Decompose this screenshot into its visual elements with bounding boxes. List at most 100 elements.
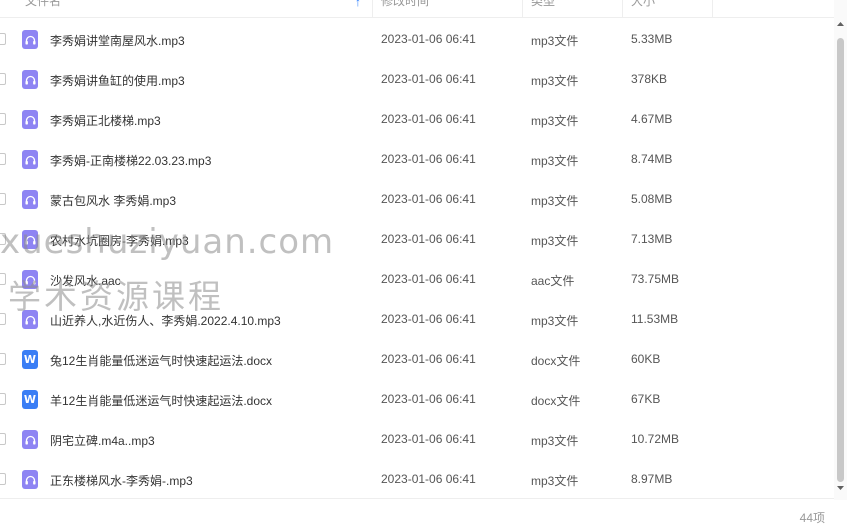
- word-document-icon: W: [22, 390, 38, 409]
- file-size: 5.08MB: [631, 192, 673, 206]
- row-checkbox[interactable]: [0, 473, 6, 485]
- file-size: 73.75MB: [631, 272, 680, 286]
- sort-ascending-icon[interactable]: ↑: [355, 0, 361, 8]
- file-type: mp3文件: [531, 194, 579, 208]
- column-header-name[interactable]: 文件名: [25, 0, 61, 8]
- file-list-header: 文件名 ↑ 修改时间 类型 大小: [0, 0, 834, 18]
- file-type: mp3文件: [531, 474, 579, 488]
- row-checkbox[interactable]: [0, 33, 6, 45]
- word-document-icon: W: [22, 350, 38, 369]
- file-modified-date: 2023-01-06 06:41: [381, 312, 476, 326]
- row-checkbox[interactable]: [0, 73, 6, 85]
- footer-divider: [0, 498, 834, 499]
- file-name[interactable]: 羊12生肖能量低迷运气时快速起运法.docx: [50, 392, 272, 409]
- row-checkbox[interactable]: [0, 393, 6, 405]
- file-name[interactable]: 李秀娟正北楼梯.mp3: [50, 112, 161, 129]
- file-row[interactable]: 农村水坑圈房-李秀娟.mp3 2023-01-06 06:41 mp3文件 7.…: [0, 220, 834, 260]
- file-size: 7.13MB: [631, 232, 673, 246]
- file-size: 378KB: [631, 72, 668, 86]
- file-type: mp3文件: [531, 34, 579, 48]
- audio-file-icon: [22, 110, 38, 129]
- file-size: 60KB: [631, 352, 661, 366]
- file-row[interactable]: W 兔12生肖能量低迷运气时快速起运法.docx 2023-01-06 06:4…: [0, 340, 834, 380]
- row-checkbox[interactable]: [0, 353, 6, 365]
- file-modified-date: 2023-01-06 06:41: [381, 232, 476, 246]
- file-size: 8.74MB: [631, 152, 673, 166]
- file-row[interactable]: 正东楼梯风水-李秀娟-.mp3 2023-01-06 06:41 mp3文件 8…: [0, 460, 834, 500]
- column-header-size[interactable]: 大小: [631, 0, 655, 8]
- file-modified-date: 2023-01-06 06:41: [381, 152, 476, 166]
- file-modified-date: 2023-01-06 06:41: [381, 272, 476, 286]
- file-row[interactable]: 李秀娟正北楼梯.mp3 2023-01-06 06:41 mp3文件 4.67M…: [0, 100, 834, 140]
- row-checkbox[interactable]: [0, 273, 6, 285]
- file-row[interactable]: W 羊12生肖能量低迷运气时快速起运法.docx 2023-01-06 06:4…: [0, 380, 834, 420]
- file-row[interactable]: 沙发风水.aac 2023-01-06 06:41 aac文件 73.75MB: [0, 260, 834, 300]
- file-modified-date: 2023-01-06 06:41: [381, 432, 476, 446]
- file-size: 11.53MB: [631, 312, 679, 326]
- row-checkbox[interactable]: [0, 233, 6, 245]
- file-type: aac文件: [531, 274, 575, 288]
- file-row[interactable]: 蒙古包风水 李秀娟.mp3 2023-01-06 06:41 mp3文件 5.0…: [0, 180, 834, 220]
- file-size: 8.97MB: [631, 472, 673, 486]
- scrollbar-thumb[interactable]: [837, 38, 844, 482]
- file-name[interactable]: 李秀娟讲堂南屋风水.mp3: [50, 32, 185, 49]
- file-type: docx文件: [531, 394, 581, 408]
- file-row[interactable]: 李秀娟讲堂南屋风水.mp3 2023-01-06 06:41 mp3文件 5.3…: [0, 20, 834, 60]
- file-size: 4.67MB: [631, 112, 673, 126]
- row-checkbox[interactable]: [0, 113, 6, 125]
- audio-file-icon: [22, 150, 38, 169]
- row-checkbox[interactable]: [0, 193, 6, 205]
- file-type: mp3文件: [531, 154, 579, 168]
- audio-file-icon: [22, 230, 38, 249]
- column-divider[interactable]: [372, 0, 373, 17]
- column-divider[interactable]: [712, 0, 713, 17]
- file-row[interactable]: 李秀娟讲鱼缸的使用.mp3 2023-01-06 06:41 mp3文件 378…: [0, 60, 834, 100]
- file-type: mp3文件: [531, 434, 579, 448]
- file-type: docx文件: [531, 354, 581, 368]
- column-divider[interactable]: [622, 0, 623, 17]
- audio-file-icon: [22, 70, 38, 89]
- file-name[interactable]: 山近养人,水近伤人、李秀娟.2022.4.10.mp3: [50, 312, 281, 329]
- file-modified-date: 2023-01-06 06:41: [381, 112, 476, 126]
- audio-file-icon: [22, 30, 38, 49]
- file-type: mp3文件: [531, 114, 579, 128]
- file-modified-date: 2023-01-06 06:41: [381, 472, 476, 486]
- row-checkbox[interactable]: [0, 153, 6, 165]
- file-name[interactable]: 农村水坑圈房-李秀娟.mp3: [50, 232, 189, 249]
- row-checkbox[interactable]: [0, 313, 6, 325]
- audio-file-icon: [22, 190, 38, 209]
- audio-file-icon: [22, 430, 38, 449]
- file-modified-date: 2023-01-06 06:41: [381, 392, 476, 406]
- file-row[interactable]: 山近养人,水近伤人、李秀娟.2022.4.10.mp3 2023-01-06 0…: [0, 300, 834, 340]
- item-count: 44项: [799, 511, 825, 525]
- file-name[interactable]: 阴宅立碑.m4a..mp3: [50, 432, 155, 449]
- file-list: 李秀娟讲堂南屋风水.mp3 2023-01-06 06:41 mp3文件 5.3…: [0, 20, 834, 500]
- file-row[interactable]: 阴宅立碑.m4a..mp3 2023-01-06 06:41 mp3文件 10.…: [0, 420, 834, 460]
- column-header-type[interactable]: 类型: [531, 0, 555, 8]
- file-name[interactable]: 李秀娟讲鱼缸的使用.mp3: [50, 72, 185, 89]
- row-checkbox[interactable]: [0, 433, 6, 445]
- file-modified-date: 2023-01-06 06:41: [381, 352, 476, 366]
- file-row[interactable]: 李秀娟-正南楼梯22.03.23.mp3 2023-01-06 06:41 mp…: [0, 140, 834, 180]
- file-size: 10.72MB: [631, 432, 680, 446]
- file-name[interactable]: 蒙古包风水 李秀娟.mp3: [50, 192, 176, 209]
- scroll-down-arrow-icon[interactable]: [836, 484, 845, 492]
- file-modified-date: 2023-01-06 06:41: [381, 192, 476, 206]
- file-name[interactable]: 沙发风水.aac: [50, 272, 121, 289]
- file-name[interactable]: 正东楼梯风水-李秀娟-.mp3: [50, 472, 193, 489]
- file-name[interactable]: 兔12生肖能量低迷运气时快速起运法.docx: [50, 352, 272, 369]
- file-type: mp3文件: [531, 234, 579, 248]
- file-size: 5.33MB: [631, 32, 673, 46]
- file-type: mp3文件: [531, 74, 579, 88]
- column-divider[interactable]: [522, 0, 523, 17]
- file-name[interactable]: 李秀娟-正南楼梯22.03.23.mp3: [50, 152, 211, 169]
- file-size: 67KB: [631, 392, 661, 406]
- file-modified-date: 2023-01-06 06:41: [381, 32, 476, 46]
- audio-file-icon: [22, 270, 38, 289]
- column-header-modified[interactable]: 修改时间: [381, 0, 429, 8]
- scroll-up-arrow-icon[interactable]: [836, 20, 845, 28]
- audio-file-icon: [22, 310, 38, 329]
- file-type: mp3文件: [531, 314, 579, 328]
- file-modified-date: 2023-01-06 06:41: [381, 72, 476, 86]
- audio-file-icon: [22, 470, 38, 489]
